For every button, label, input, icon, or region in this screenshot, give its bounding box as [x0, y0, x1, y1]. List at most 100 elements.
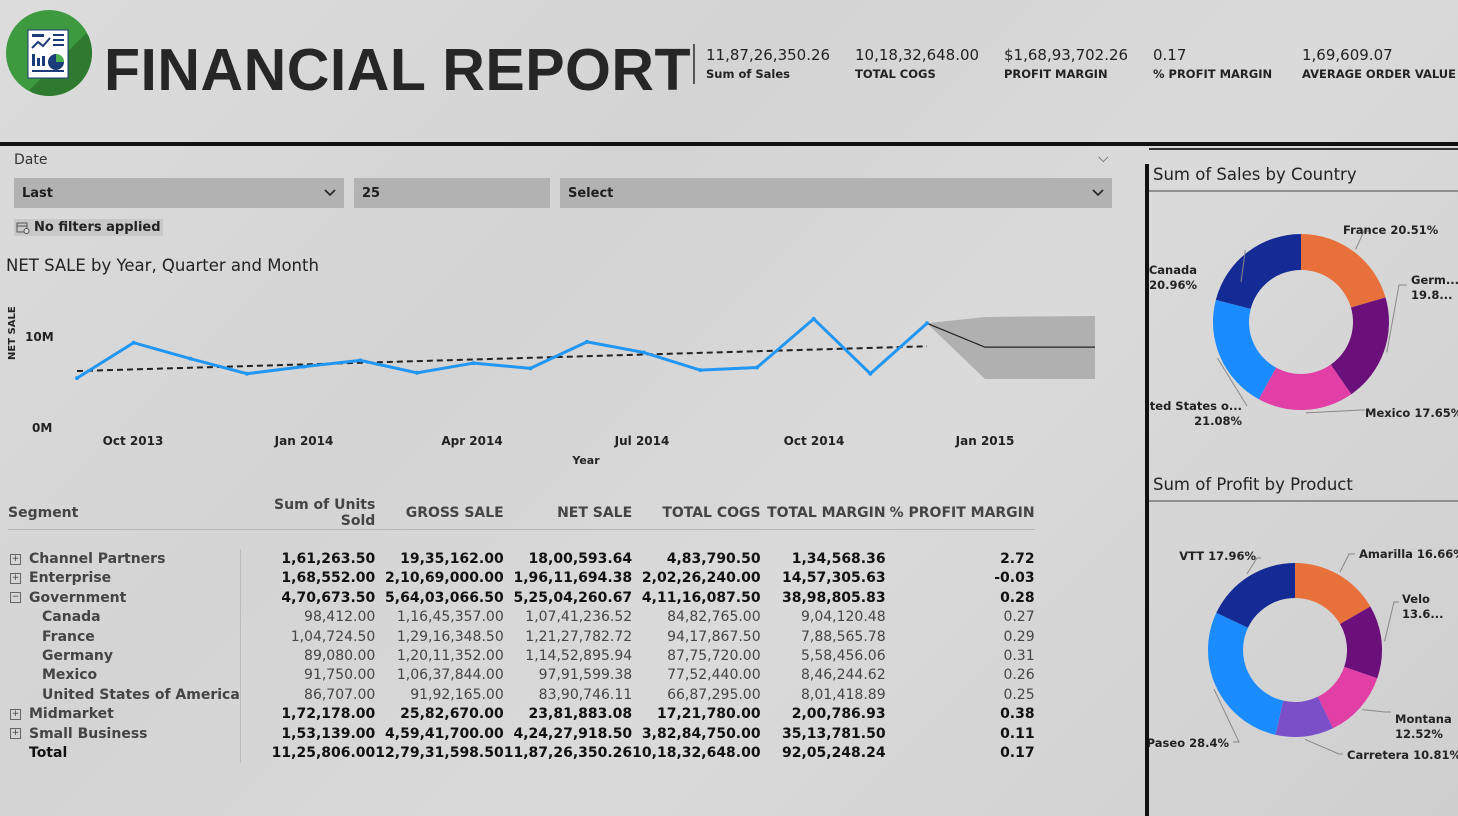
- segment-cell: − Government: [8, 588, 240, 607]
- data-point[interactable]: [528, 366, 533, 371]
- data-point[interactable]: [358, 358, 363, 363]
- data-point[interactable]: [755, 365, 759, 370]
- table-row[interactable]: + Enterprise 1,68,552.00 2,10,69,000.00 1,96…: [8, 568, 1035, 589]
- chevron-down-icon[interactable]: ⌵: [1098, 150, 1109, 166]
- product-donut-chart[interactable]: Amarilla 16.66% Velo 13.6... Montana 12.52% C…: [1149, 510, 1458, 816]
- slice-data-label: Velo 13.6...: [1402, 592, 1443, 621]
- data-point[interactable]: [245, 371, 249, 376]
- kpi-label: TOTAL COGS: [855, 67, 936, 81]
- kpi-total-cogs[interactable]: 10,18,32,648.00 TOTAL COGS: [855, 46, 979, 81]
- value-cell: 8,01,418.89: [801, 686, 886, 703]
- net-sale-series-line[interactable]: [76, 316, 928, 380]
- kpi-label: AVERAGE ORDER VALUE: [1302, 67, 1456, 81]
- value-cell: 38,98,805.83: [781, 589, 886, 606]
- value-cell: 91,750.00: [239, 665, 376, 686]
- report-logo-icon: [6, 10, 92, 96]
- data-point[interactable]: [641, 350, 646, 355]
- value-cell: 2,10,69,000.00: [385, 570, 504, 587]
- slice-data-label: Germ... 19.8...: [1411, 273, 1458, 302]
- value-cell: 5,58,456.06: [801, 648, 886, 665]
- slice-data-label: Canada 20.96%: [1149, 263, 1197, 292]
- column-header[interactable]: NET SALE: [504, 497, 632, 530]
- column-header[interactable]: GROSS SALE: [375, 497, 504, 530]
- data-point[interactable]: [415, 370, 419, 375]
- leader-line: [1386, 284, 1407, 353]
- data-point[interactable]: [868, 371, 873, 376]
- value-cell: 35,13,781.50: [781, 725, 886, 742]
- slice-data-label: VTT 17.96%: [1179, 549, 1256, 563]
- relative-period-dropdown[interactable]: Last: [14, 178, 344, 208]
- value-cell: 0.17: [1000, 744, 1035, 761]
- value-cell: 1,06,37,844.00: [396, 667, 504, 684]
- expand-icon[interactable]: +: [10, 572, 21, 584]
- table-row-child[interactable]: Canada 98,412.00 1,16,45,357.00 1,07,41,236…: [8, 607, 1035, 627]
- data-point[interactable]: [301, 364, 306, 369]
- kpi-average-order-value[interactable]: 1,69,609.07 AVERAGE ORDER VALUE: [1302, 46, 1456, 81]
- data-point[interactable]: [188, 356, 193, 361]
- kpi-sum-of-sales[interactable]: 11,87,26,350.26 Sum of Sales: [706, 46, 830, 81]
- net-sale-line-chart[interactable]: NET SALE 10M 0M Oct 2013 Jan 2014 Apr 2014…: [0, 280, 1120, 475]
- section-rule: [1149, 190, 1458, 192]
- donut-slice[interactable]: [1216, 563, 1295, 628]
- data-point[interactable]: [75, 376, 79, 381]
- value-cell: 0.27: [1003, 609, 1035, 626]
- table-row[interactable]: + Midmarket 1,72,178.00 25,82,670.00 23,81,8…: [8, 704, 1035, 724]
- donut-slice[interactable]: [1301, 234, 1386, 308]
- expand-icon[interactable]: +: [10, 708, 21, 720]
- value-cell: 91,92,165.00: [410, 686, 504, 703]
- value-cell: 1,14,52,895.94: [525, 648, 633, 665]
- donut-slice[interactable]: [1208, 612, 1284, 735]
- column-header[interactable]: % PROFIT MARGIN: [886, 497, 1035, 530]
- table-row-child[interactable]: United States of America 86,707.00 91,92,1…: [8, 685, 1035, 705]
- kpi-divider: [693, 44, 695, 84]
- filters-status[interactable]: No filters applied: [14, 219, 163, 236]
- table-row-child[interactable]: Mexico 91,750.00 1,06,37,844.00 97,91,599.3…: [8, 665, 1035, 686]
- value-cell: 87,75,720.00: [667, 648, 761, 665]
- table-row-child[interactable]: Germany 89,080.00 1,20,11,352.00 1,14,52,89…: [8, 646, 1035, 666]
- value-cell: 1,61,263.50: [239, 549, 376, 569]
- value-cell: 4,70,673.50: [239, 588, 376, 608]
- column-header[interactable]: TOTAL MARGIN: [761, 497, 886, 530]
- table-row[interactable]: − Government 4,70,673.50 5,64,03,066.50 5,25…: [8, 588, 1035, 608]
- value-cell: 2,00,786.93: [791, 706, 886, 723]
- value-cell: 17,21,780.00: [656, 706, 761, 723]
- column-header[interactable]: Segment: [8, 497, 240, 530]
- value-cell: 1,72,178.00: [239, 704, 376, 724]
- data-point[interactable]: [925, 321, 929, 326]
- table-row-child[interactable]: France 1,04,724.50 1,29,16,348.50 1,21,27,7…: [8, 626, 1035, 647]
- kpi-profit-margin[interactable]: $1,68,93,702.26 PROFIT MARGIN: [1004, 46, 1128, 81]
- value-cell: 1,53,139.00: [239, 723, 376, 744]
- expand-icon[interactable]: +: [10, 553, 21, 565]
- x-tick-label: Jul 2014: [614, 434, 670, 448]
- segment-label: Mexico: [42, 667, 98, 684]
- value-cell: 83,90,746.11: [538, 686, 633, 703]
- data-point[interactable]: [811, 316, 816, 321]
- period-unit-dropdown[interactable]: Select: [560, 178, 1112, 208]
- column-header[interactable]: TOTAL COGS: [632, 497, 760, 530]
- total-row[interactable]: Total 11,25,806.00 12,79,31,598.50 11,87,26…: [8, 743, 1035, 763]
- collapse-icon[interactable]: −: [10, 592, 21, 604]
- x-axis-label: Year: [571, 454, 600, 467]
- trend-line: [76, 345, 928, 373]
- data-point[interactable]: [131, 340, 136, 345]
- table-row[interactable]: + Channel Partners 1,61,263.50 19,35,162.00…: [8, 549, 1035, 569]
- table-row[interactable]: + Small Business 1,53,139.00 4,59,41,700.00…: [8, 723, 1035, 744]
- expand-icon[interactable]: +: [10, 728, 21, 740]
- value-cell: 2.72: [1000, 551, 1035, 568]
- country-donut-chart[interactable]: France 20.51% Germ... 19.8... Mexico 17.65%…: [1149, 200, 1458, 450]
- column-header[interactable]: Sum of Units Sold: [240, 497, 375, 530]
- donut-slice[interactable]: [1213, 299, 1277, 400]
- data-point[interactable]: [698, 368, 703, 373]
- value-cell: 84,82,765.00: [667, 609, 761, 626]
- slice-data-label: Amarilla 16.66%: [1359, 547, 1458, 561]
- donut-slice[interactable]: [1215, 234, 1301, 309]
- period-count-input[interactable]: 25: [354, 178, 550, 208]
- data-point[interactable]: [471, 361, 476, 366]
- value-cell: 1,20,11,352.00: [396, 648, 504, 665]
- value-cell: 1,04,724.50: [239, 626, 376, 647]
- data-point[interactable]: [585, 339, 589, 344]
- kpi-percent-profit-margin[interactable]: 0.17 % PROFIT MARGIN: [1153, 46, 1272, 81]
- value-cell: 1,16,45,357.00: [396, 609, 504, 626]
- segment-label: Total: [29, 744, 68, 761]
- segment-cell: Germany: [8, 646, 240, 665]
